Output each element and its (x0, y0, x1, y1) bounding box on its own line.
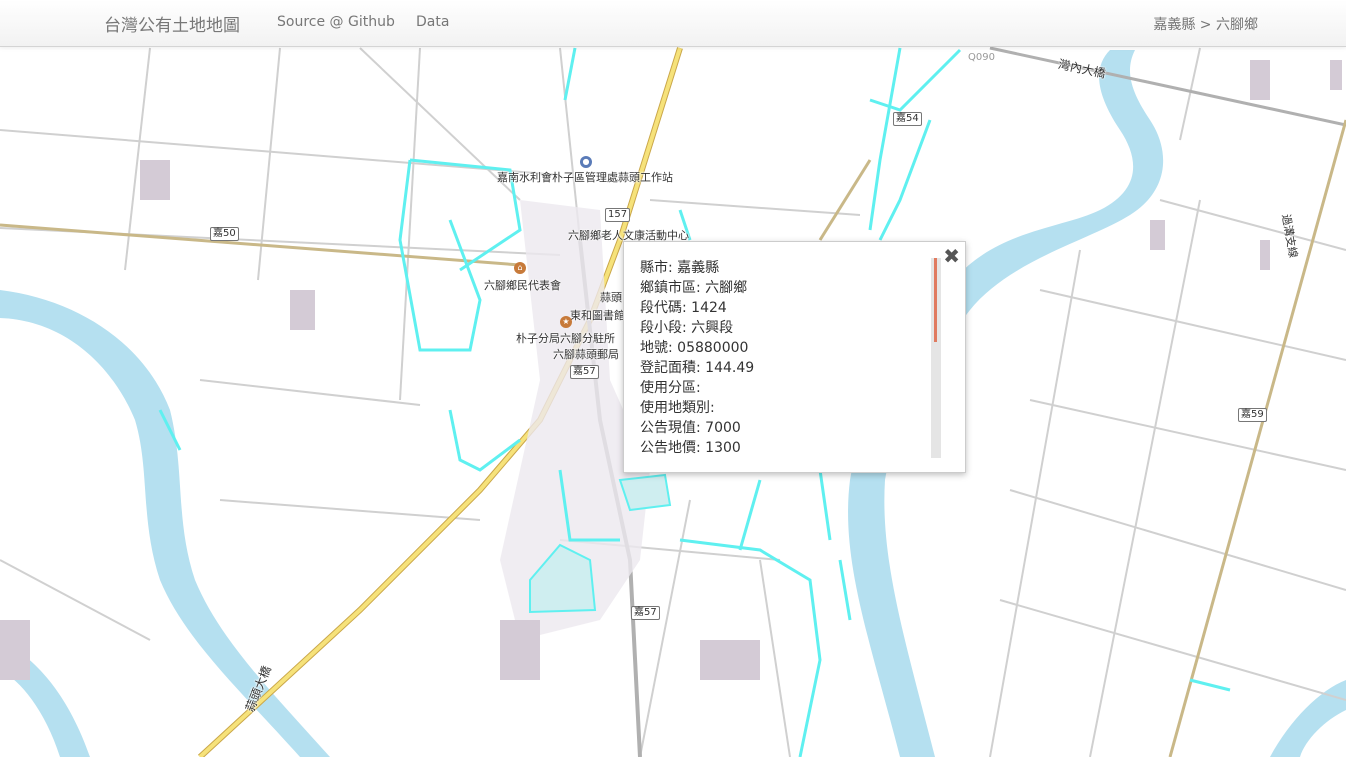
map-label: 朴子分局六腳分駐所 (516, 332, 615, 345)
popup-row-announced-price: 公告地價: 1300 (640, 440, 741, 456)
water-drop-icon: ● (580, 156, 592, 168)
parcel-info-popup: ✖ 縣市: 嘉義縣 鄉鎮市區: 六腳鄉 段代碼: 1424 段小段: 六興段 地… (623, 241, 966, 473)
source-github-link[interactable]: Source @ Github (277, 14, 395, 30)
top-navbar: 台灣公有土地地圖 Source @ Github Data 嘉義縣 > 六腳鄉 (0, 0, 1346, 47)
popup-scrollbar[interactable] (931, 258, 941, 458)
popup-row-zoning: 使用分區: (640, 380, 701, 396)
popup-row-announced-value: 公告現值: 7000 (640, 420, 741, 436)
map-label: 蒜頭 (600, 291, 622, 304)
popup-scroll-thumb[interactable] (934, 258, 937, 342)
popup-row-township: 鄉鎮市區: 六腳鄉 (640, 280, 748, 296)
data-link[interactable]: Data (416, 14, 449, 30)
map-label: 六腳蒜頭郵局 (553, 348, 619, 361)
road-shield: 嘉57 (631, 606, 660, 620)
police-icon: ★ (560, 316, 572, 328)
road-shield: 157 (605, 208, 631, 222)
location-breadcrumb: 嘉義縣 > 六腳鄉 (1153, 17, 1258, 33)
road-shield: 嘉50 (210, 227, 239, 241)
popup-content: 縣市: 嘉義縣 鄉鎮市區: 六腳鄉 段代碼: 1424 段小段: 六興段 地號:… (640, 258, 754, 458)
road-shield: 嘉54 (893, 112, 922, 126)
brand-link[interactable]: 台灣公有土地地圖 (104, 11, 240, 36)
map-label: 東和圖書館 (570, 309, 625, 322)
popup-row-lot-number: 地號: 05880000 (640, 340, 749, 356)
popup-row-area: 登記面積: 144.49 (640, 360, 755, 376)
popup-row-section-name: 段小段: 六興段 (640, 320, 734, 336)
popup-row-land-use: 使用地類別: (640, 400, 715, 416)
popup-row-county: 縣市: 嘉義縣 (640, 260, 720, 276)
map-label: 六腳鄉民代表會 (484, 279, 561, 292)
road-shield: 嘉59 (1238, 408, 1267, 422)
road-shield: Q090 (968, 52, 995, 63)
close-icon[interactable]: ✖ (943, 246, 960, 266)
road-shield: 嘉57 (570, 365, 599, 379)
map-label: 嘉南水利會朴子區管理處蒜頭工作站 (497, 171, 673, 184)
town-hall-icon: ⌂ (514, 262, 526, 274)
popup-row-section-code: 段代碼: 1424 (640, 300, 727, 316)
